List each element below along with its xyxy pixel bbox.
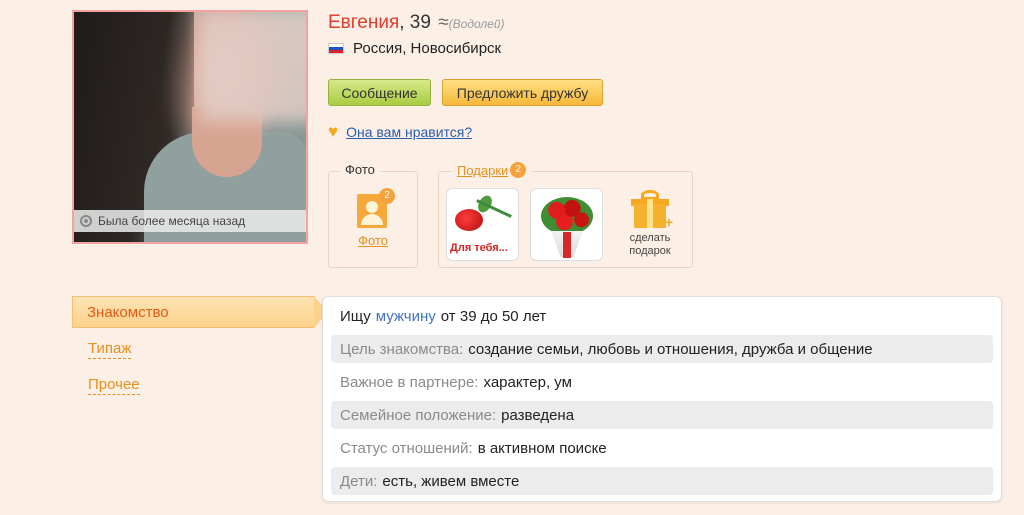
seek-gender: мужчину: [375, 307, 436, 325]
detail-value: характер, ум: [483, 373, 572, 391]
profile-photo[interactable]: Была более месяца назад: [72, 10, 308, 244]
detail-row-goal: Цель знакомства: создание семьи, любовь …: [331, 335, 993, 363]
seek-prefix: Ищу: [340, 307, 371, 325]
like-prompt: ♥ Она вам нравится?: [328, 122, 472, 142]
detail-row-children: Дети: есть, живем вместе: [331, 467, 993, 495]
photo-box: Фото 2 Фото: [328, 162, 418, 268]
plus-icon: +: [664, 214, 673, 230]
aquarius-icon: ≈: [438, 12, 449, 33]
location-text: Россия, Новосибирск: [353, 40, 502, 57]
detail-label: Важное в партнере:: [340, 373, 479, 391]
gift-bouquet-card[interactable]: [530, 188, 603, 261]
gifts-box-title: Подарки 2: [451, 162, 533, 178]
zodiac-sign: (Водолей): [448, 17, 505, 31]
detail-value: разведена: [501, 406, 575, 424]
photo-count-badge: 2: [379, 188, 395, 204]
russia-flag-icon: [328, 43, 344, 54]
details-panel: Ищу мужчину от 39 до 50 лет Цель знакомс…: [322, 296, 1002, 502]
gift-rose-card[interactable]: Для тебя...: [446, 188, 519, 261]
gift-rose-text: Для тебя...: [450, 242, 508, 254]
heart-icon: ♥: [328, 122, 339, 141]
photo-icon-shoulders: [361, 214, 383, 225]
bouquet-icon: [541, 197, 593, 235]
gifts-box: Подарки 2 Для тебя... + сделать подарок: [438, 162, 693, 268]
detail-row-relationship: Статус отношений: в активном поиске: [331, 434, 993, 462]
make-gift-label-line1: сделать: [629, 232, 671, 244]
profile-page: Была более месяца назад Евгения, 39 ≈(Во…: [0, 0, 1024, 515]
detail-label: Статус отношений:: [340, 439, 473, 457]
detail-row-important: Важное в партнере: характер, ум: [331, 368, 993, 396]
photo-box-title: Фото: [339, 162, 381, 177]
make-gift-label: сделать подарок: [617, 232, 683, 258]
make-gift-label-line2: подарок: [629, 245, 671, 257]
detail-value: есть, живем вместе: [382, 472, 520, 490]
seek-age-range: от 39 до 50 лет: [440, 307, 547, 325]
seek-row: Ищу мужчину от 39 до 50 лет: [331, 302, 993, 330]
detail-value: в активном поиске: [477, 439, 607, 457]
photo-blur-overlay: [199, 12, 306, 122]
tab-other[interactable]: Прочее: [88, 376, 140, 395]
offline-status-icon: [80, 215, 92, 227]
detail-row-marital: Семейное положение: разведена: [331, 401, 993, 429]
like-link[interactable]: Она вам нравится?: [346, 124, 472, 140]
bouquet-ribbon: [563, 232, 571, 258]
rose-flower-icon: [455, 209, 483, 231]
detail-label: Семейное положение:: [340, 406, 497, 424]
message-button[interactable]: Сообщение: [328, 79, 431, 106]
gift-box-icon: +: [631, 190, 673, 230]
detail-label: Дети:: [340, 472, 378, 490]
photos-link[interactable]: Фото: [329, 233, 417, 248]
tab-type[interactable]: Типаж: [88, 340, 132, 359]
online-status-text: Была более месяца назад: [98, 214, 246, 228]
offer-friendship-button[interactable]: Предложить дружбу: [442, 79, 603, 106]
gift-band: [647, 199, 653, 228]
profile-location: Россия, Новосибирск: [328, 40, 501, 57]
gifts-count-badge: 2: [510, 162, 527, 178]
profile-header: Евгения, 39 ≈(Водолей): [328, 12, 505, 34]
detail-label: Цель знакомства:: [340, 340, 464, 358]
detail-value: создание семьи, любовь и отношения, друж…: [468, 340, 873, 358]
photo-icon-head: [366, 201, 378, 213]
user-photo-icon[interactable]: 2: [357, 188, 395, 228]
make-gift-button[interactable]: + сделать подарок: [617, 190, 683, 258]
tab-acquaintance[interactable]: Знакомство: [72, 296, 315, 328]
online-status-bar: Была более месяца назад: [74, 210, 306, 232]
profile-age: , 39: [399, 12, 431, 33]
gifts-link[interactable]: Подарки: [457, 163, 508, 178]
profile-name: Евгения: [328, 12, 400, 33]
